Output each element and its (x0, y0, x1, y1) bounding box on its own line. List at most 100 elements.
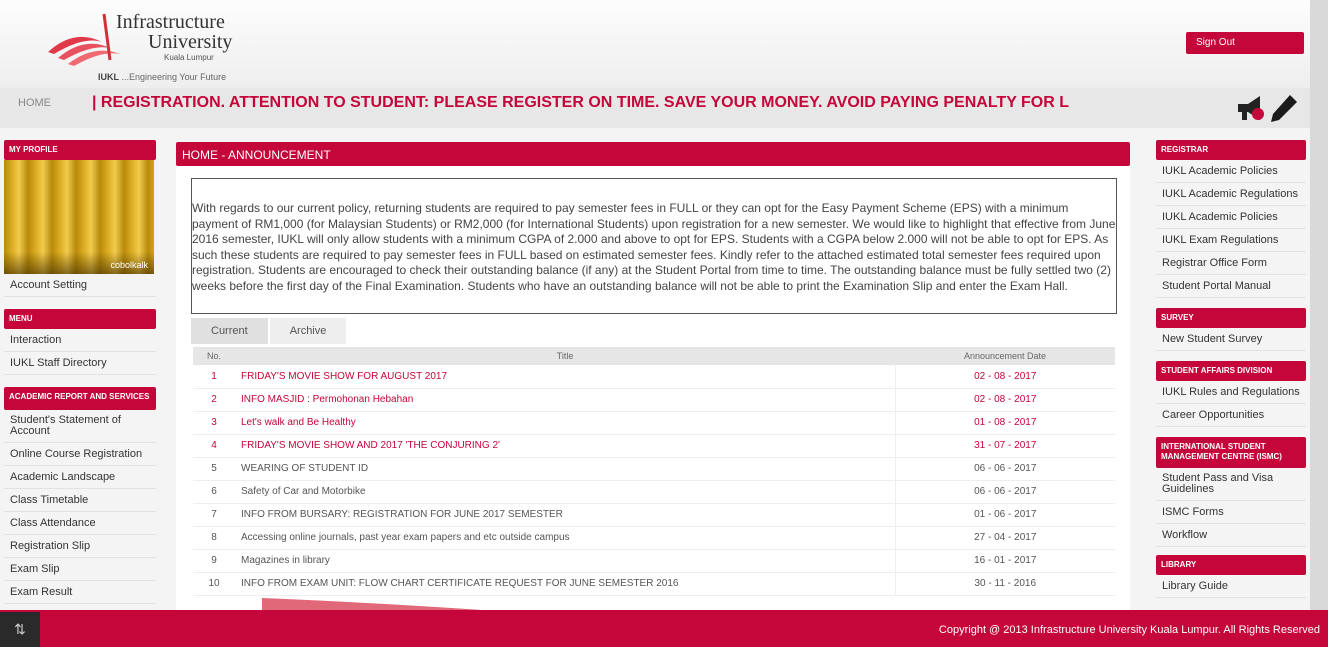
page-title: HOME - ANNOUNCEMENT (176, 142, 1130, 166)
menu-item-exam-slip[interactable]: Exam Slip (4, 558, 156, 581)
ismc-item[interactable]: Student Pass and Visa Guidelines (1156, 468, 1306, 501)
row-no: 3 (193, 411, 235, 435)
copyright-text: Copyright @ 2013 Infrastructure Universi… (938, 624, 1320, 636)
registrar-item[interactable]: IUKL Academic Policies (1156, 160, 1306, 183)
table-row[interactable]: 7 INFO FROM BURSARY: REGISTRATION FOR JU… (193, 503, 1115, 527)
ismc-header: INTERNATIONAL STUDENT MANAGEMENT CENTRE … (1156, 437, 1306, 468)
ismc-item[interactable]: Workflow (1156, 524, 1306, 547)
table-row[interactable]: 5 WEARING OF STUDENT ID 06 - 06 - 2017 (193, 457, 1115, 481)
university-logo[interactable]: Infrastructure University Kuala Lumpur I… (44, 8, 254, 86)
academic-header: ACADEMIC REPORT AND SERVICES (4, 387, 156, 410)
row-date: 02 - 08 - 2017 (895, 388, 1115, 412)
announcement-marquee: | REGISTRATION. ATTENTION TO STUDENT: PL… (92, 94, 1070, 111)
row-no: 8 (193, 526, 235, 550)
menu-item-class-attendance[interactable]: Class Attendance (4, 512, 156, 535)
logo-line1: Infrastructure (116, 11, 225, 33)
registrar-item[interactable]: IUKL Exam Regulations (1156, 229, 1306, 252)
row-date: 01 - 08 - 2017 (895, 411, 1115, 435)
logo-tagline: IUKL ...Engineering Your Future (98, 72, 227, 82)
registrar-item[interactable]: IUKL Academic Policies (1156, 206, 1306, 229)
page-scrollbar[interactable] (1310, 0, 1328, 610)
table-header-row: No. Title Announcement Date (193, 347, 1115, 365)
row-title-link[interactable]: Accessing online journals, past year exa… (235, 526, 896, 550)
row-no: 10 (193, 572, 235, 596)
row-date: 30 - 11 - 2016 (895, 572, 1115, 596)
table-row[interactable]: 4 FRIDAY'S MOVIE SHOW AND 2017 'THE CONJ… (193, 434, 1115, 458)
library-header: LIBRARY (1156, 555, 1306, 575)
tab-archive[interactable]: Archive (269, 318, 347, 344)
table-row[interactable]: 8 Accessing online journals, past year e… (193, 526, 1115, 550)
row-date: 06 - 06 - 2017 (895, 480, 1115, 504)
row-no: 7 (193, 503, 235, 527)
student-affairs-item[interactable]: IUKL Rules and Regulations (1156, 381, 1306, 404)
row-no: 2 (193, 388, 235, 412)
row-no: 9 (193, 549, 235, 573)
menu-item-class-timetable[interactable]: Class Timetable (4, 489, 156, 512)
row-date: 31 - 07 - 2017 (895, 434, 1115, 458)
menu-header: MENU (4, 309, 156, 329)
menu-item-exam-result[interactable]: Exam Result (4, 581, 156, 604)
menu-item-academic-landscape[interactable]: Academic Landscape (4, 466, 156, 489)
row-title-link[interactable]: WEARING OF STUDENT ID (235, 457, 896, 481)
logo-line2: University (148, 31, 233, 53)
tab-current[interactable]: Current (191, 318, 268, 344)
table-row[interactable]: 6 Safety of Car and Motorbike 06 - 06 - … (193, 480, 1115, 504)
menu-item-registration-slip[interactable]: Registration Slip (4, 535, 156, 558)
row-title-link[interactable]: INFO MASJID : Permohonan Hebahan (235, 388, 896, 412)
student-affairs-header: STUDENT AFFAIRS DIVISION (1156, 361, 1306, 381)
megaphone-icon[interactable] (1234, 92, 1266, 124)
row-date: 06 - 06 - 2017 (895, 457, 1115, 481)
header: Infrastructure University Kuala Lumpur I… (0, 0, 1310, 88)
row-no: 6 (193, 480, 235, 504)
row-no: 5 (193, 457, 235, 481)
left-sidebar: MY PROFILE cobolkalk Account Setting MEN… (4, 140, 156, 604)
table-row[interactable]: 3 Let's walk and Be Healthy 01 - 08 - 20… (193, 411, 1115, 435)
profile-picture: cobolkalk (4, 160, 154, 274)
account-setting-link[interactable]: Account Setting (4, 274, 156, 297)
col-title: Title (235, 347, 895, 365)
row-title-link[interactable]: Magazines in library (235, 549, 896, 573)
right-sidebar: REGISTRAR IUKL Academic Policies IUKL Ac… (1156, 140, 1306, 598)
menu-item-interaction[interactable]: Interaction (4, 329, 156, 352)
table-row[interactable]: 1 FRIDAY'S MOVIE SHOW FOR AUGUST 2017 02… (193, 365, 1115, 389)
row-date: 27 - 04 - 2017 (895, 526, 1115, 550)
ismc-item[interactable]: ISMC Forms (1156, 501, 1306, 524)
pencil-icon[interactable] (1268, 92, 1300, 124)
taskbar-icon[interactable]: ⇅ (0, 612, 40, 647)
table-row[interactable]: 2 INFO MASJID : Permohonan Hebahan 02 - … (193, 388, 1115, 412)
col-no: No. (193, 347, 235, 365)
main-content: HOME - ANNOUNCEMENT With regards to our … (176, 142, 1130, 610)
registrar-header: REGISTRAR (1156, 140, 1306, 160)
row-date: 02 - 08 - 2017 (895, 365, 1115, 389)
page: Infrastructure University Kuala Lumpur I… (0, 0, 1310, 647)
menu-item-statement[interactable]: Student's Statement of Account (4, 410, 156, 443)
row-no: 4 (193, 434, 235, 458)
sign-out-button[interactable]: Sign Out (1186, 32, 1304, 54)
row-date: 16 - 01 - 2017 (895, 549, 1115, 573)
menu-item-staff-directory[interactable]: IUKL Staff Directory (4, 352, 156, 375)
survey-item[interactable]: New Student Survey (1156, 328, 1306, 351)
row-title-link[interactable]: INFO FROM BURSARY: REGISTRATION FOR JUNE… (235, 503, 896, 527)
student-affairs-item[interactable]: Career Opportunities (1156, 404, 1306, 427)
profile-caption: cobolkalk (110, 260, 148, 270)
profile-header: MY PROFILE (4, 140, 156, 160)
registrar-item[interactable]: IUKL Academic Regulations (1156, 183, 1306, 206)
table-row[interactable]: 10 INFO FROM EXAM UNIT: FLOW CHART CERTI… (193, 572, 1115, 596)
row-title-link[interactable]: Let's walk and Be Healthy (235, 411, 896, 435)
row-title-link[interactable]: Safety of Car and Motorbike (235, 480, 896, 504)
menu-item-course-registration[interactable]: Online Course Registration (4, 443, 156, 466)
col-date: Announcement Date (895, 347, 1115, 365)
table-row[interactable]: 9 Magazines in library 16 - 01 - 2017 (193, 549, 1115, 573)
nav-home-link[interactable]: HOME (18, 97, 51, 109)
announcement-table: No. Title Announcement Date 1 FRIDAY'S M… (193, 347, 1115, 596)
registrar-item[interactable]: Student Portal Manual (1156, 275, 1306, 298)
survey-header: SURVEY (1156, 308, 1306, 328)
row-title-link[interactable]: FRIDAY'S MOVIE SHOW FOR AUGUST 2017 (235, 365, 896, 389)
library-item[interactable]: Library Guide (1156, 575, 1306, 598)
nav-icons (1234, 92, 1300, 124)
registrar-item[interactable]: Registrar Office Form (1156, 252, 1306, 275)
logo-sub: Kuala Lumpur (164, 53, 214, 62)
row-title-link[interactable]: FRIDAY'S MOVIE SHOW AND 2017 'THE CONJUR… (235, 434, 896, 458)
row-no: 1 (193, 365, 235, 389)
row-title-link[interactable]: INFO FROM EXAM UNIT: FLOW CHART CERTIFIC… (235, 572, 896, 596)
